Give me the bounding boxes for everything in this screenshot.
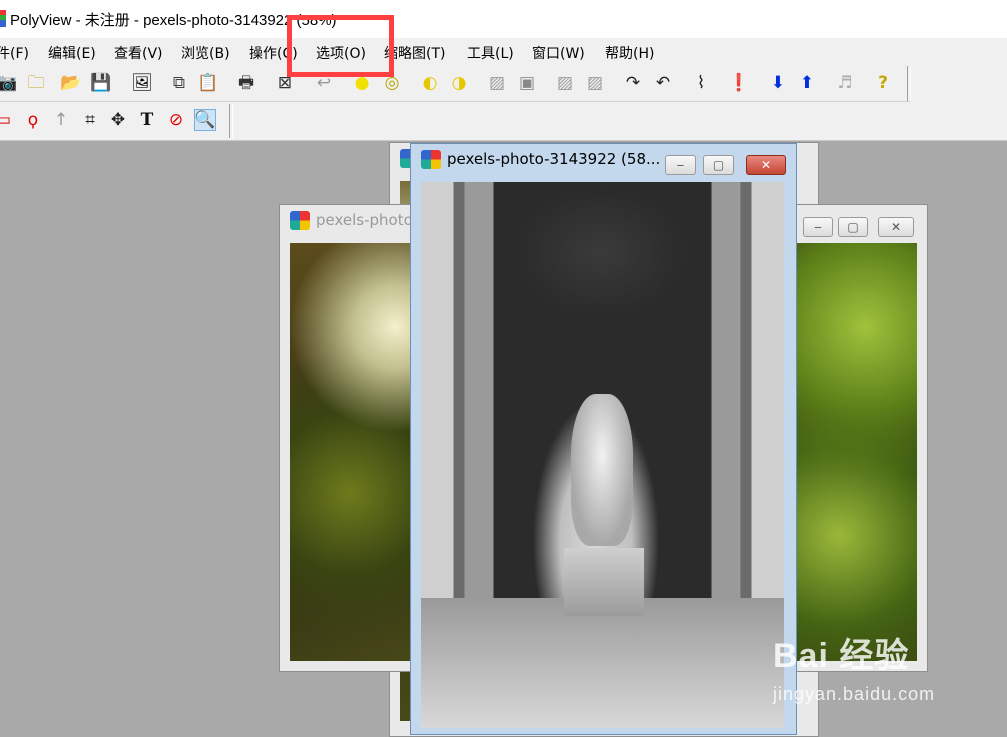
document-window-active[interactable]: pexels-photo-3143922 (58... ‒ ▢ ✕ bbox=[410, 143, 797, 735]
save-icon[interactable]: 💾 bbox=[90, 72, 112, 94]
document-left-title: pexels-photo bbox=[316, 211, 413, 229]
close-button[interactable]: ✕ bbox=[878, 217, 914, 237]
move-icon[interactable]: ✥ bbox=[107, 109, 129, 131]
maximize-button[interactable]: ▢ bbox=[703, 155, 734, 175]
arrow-down-icon[interactable]: ⬇ bbox=[767, 72, 789, 94]
rotate-left-icon[interactable]: ↶ bbox=[652, 72, 674, 94]
copy-icon[interactable]: ⧉ bbox=[168, 72, 190, 94]
menu-window[interactable]: 窗口(W) bbox=[532, 43, 585, 63]
scan-icon[interactable]: 🖼 bbox=[131, 72, 153, 94]
contrast-down-icon[interactable]: ◑ bbox=[448, 72, 470, 94]
zoom-icon[interactable]: 🔍 bbox=[194, 109, 216, 131]
watermark-brand: Bai 经验 bbox=[773, 637, 910, 675]
menu-file[interactable]: 件(F) bbox=[0, 43, 29, 63]
photo-floor bbox=[421, 598, 784, 728]
text-icon[interactable]: T bbox=[136, 109, 158, 131]
pointer-up-icon[interactable]: ↑ bbox=[50, 109, 72, 131]
menu-bar: 件(F) 编辑(E) 查看(V) 浏览(B) 操作(C) 选项(O) 缩略图(T… bbox=[0, 38, 1007, 65]
contrast-up-icon[interactable]: ◐ bbox=[419, 72, 441, 94]
menu-help[interactable]: 帮助(H) bbox=[605, 43, 654, 63]
gray-square-icon[interactable]: ▨ bbox=[486, 72, 508, 94]
document-icon bbox=[290, 211, 310, 230]
arrow-up-icon[interactable]: ⬆ bbox=[796, 72, 818, 94]
camera-icon[interactable]: 📷 bbox=[0, 72, 18, 94]
document-right-image bbox=[787, 243, 917, 661]
minimize-button[interactable]: ‒ bbox=[665, 155, 696, 175]
gray-square-2-icon[interactable]: ▨ bbox=[554, 72, 576, 94]
crop-icon[interactable]: ⌗ bbox=[79, 109, 101, 131]
minimize-button[interactable]: ‒ bbox=[803, 217, 833, 237]
waveform-icon[interactable]: ⌇ bbox=[690, 72, 712, 94]
gray-square-3-icon[interactable]: ▨ bbox=[584, 72, 606, 94]
document-active-title: pexels-photo-3143922 (58... bbox=[447, 150, 661, 168]
no-sign-icon[interactable]: ⊘ bbox=[165, 109, 187, 131]
watermark-url: jingyan.baidu.com bbox=[773, 684, 936, 704]
info-icon[interactable]: ❗ bbox=[728, 72, 750, 94]
toolbar2-edge bbox=[229, 104, 233, 138]
menu-view[interactable]: 查看(V) bbox=[114, 43, 163, 63]
new-folder-icon[interactable]: 🗀 bbox=[25, 72, 47, 94]
print-icon[interactable]: 🖶 bbox=[235, 72, 257, 94]
lasso-icon[interactable]: ϙ bbox=[22, 109, 44, 131]
help-icon[interactable]: ? bbox=[872, 72, 894, 94]
menu-edit[interactable]: 编辑(E) bbox=[48, 43, 96, 63]
document-active-title-bar[interactable]: pexels-photo-3143922 (58... ‒ ▢ ✕ bbox=[411, 144, 796, 175]
black-square-icon[interactable]: ▣ bbox=[516, 72, 538, 94]
menu-tools[interactable]: 工具(L) bbox=[467, 43, 514, 63]
document-window-right[interactable]: ‒ ▢ ✕ bbox=[780, 204, 928, 672]
toolbar-edge bbox=[907, 66, 911, 101]
document-right-title-bar[interactable]: ‒ ▢ ✕ bbox=[781, 205, 927, 237]
app-title-bar: PolyView - 未注册 - pexels-photo-3143922 (5… bbox=[0, 0, 1007, 38]
maximize-button[interactable]: ▢ bbox=[838, 217, 868, 237]
menu-browse[interactable]: 浏览(B) bbox=[181, 43, 230, 63]
rotate-right-icon[interactable]: ↷ bbox=[622, 72, 644, 94]
paste-icon[interactable]: 📋 bbox=[197, 72, 219, 94]
photo-statue-figure bbox=[571, 394, 633, 546]
close-button[interactable]: ✕ bbox=[746, 155, 786, 175]
highlight-box bbox=[287, 15, 394, 77]
rect-select-icon[interactable]: ▭ bbox=[0, 109, 14, 131]
music-icon[interactable]: ♬ bbox=[834, 72, 856, 94]
document-icon bbox=[421, 150, 441, 169]
app-icon bbox=[0, 10, 6, 27]
photo-pedestal bbox=[564, 548, 644, 616]
baidu-watermark: Bai 经验 jingyan.baidu.com bbox=[773, 628, 934, 704]
open-folder-icon[interactable]: 📂 bbox=[60, 72, 82, 94]
statue-photo bbox=[421, 182, 784, 728]
